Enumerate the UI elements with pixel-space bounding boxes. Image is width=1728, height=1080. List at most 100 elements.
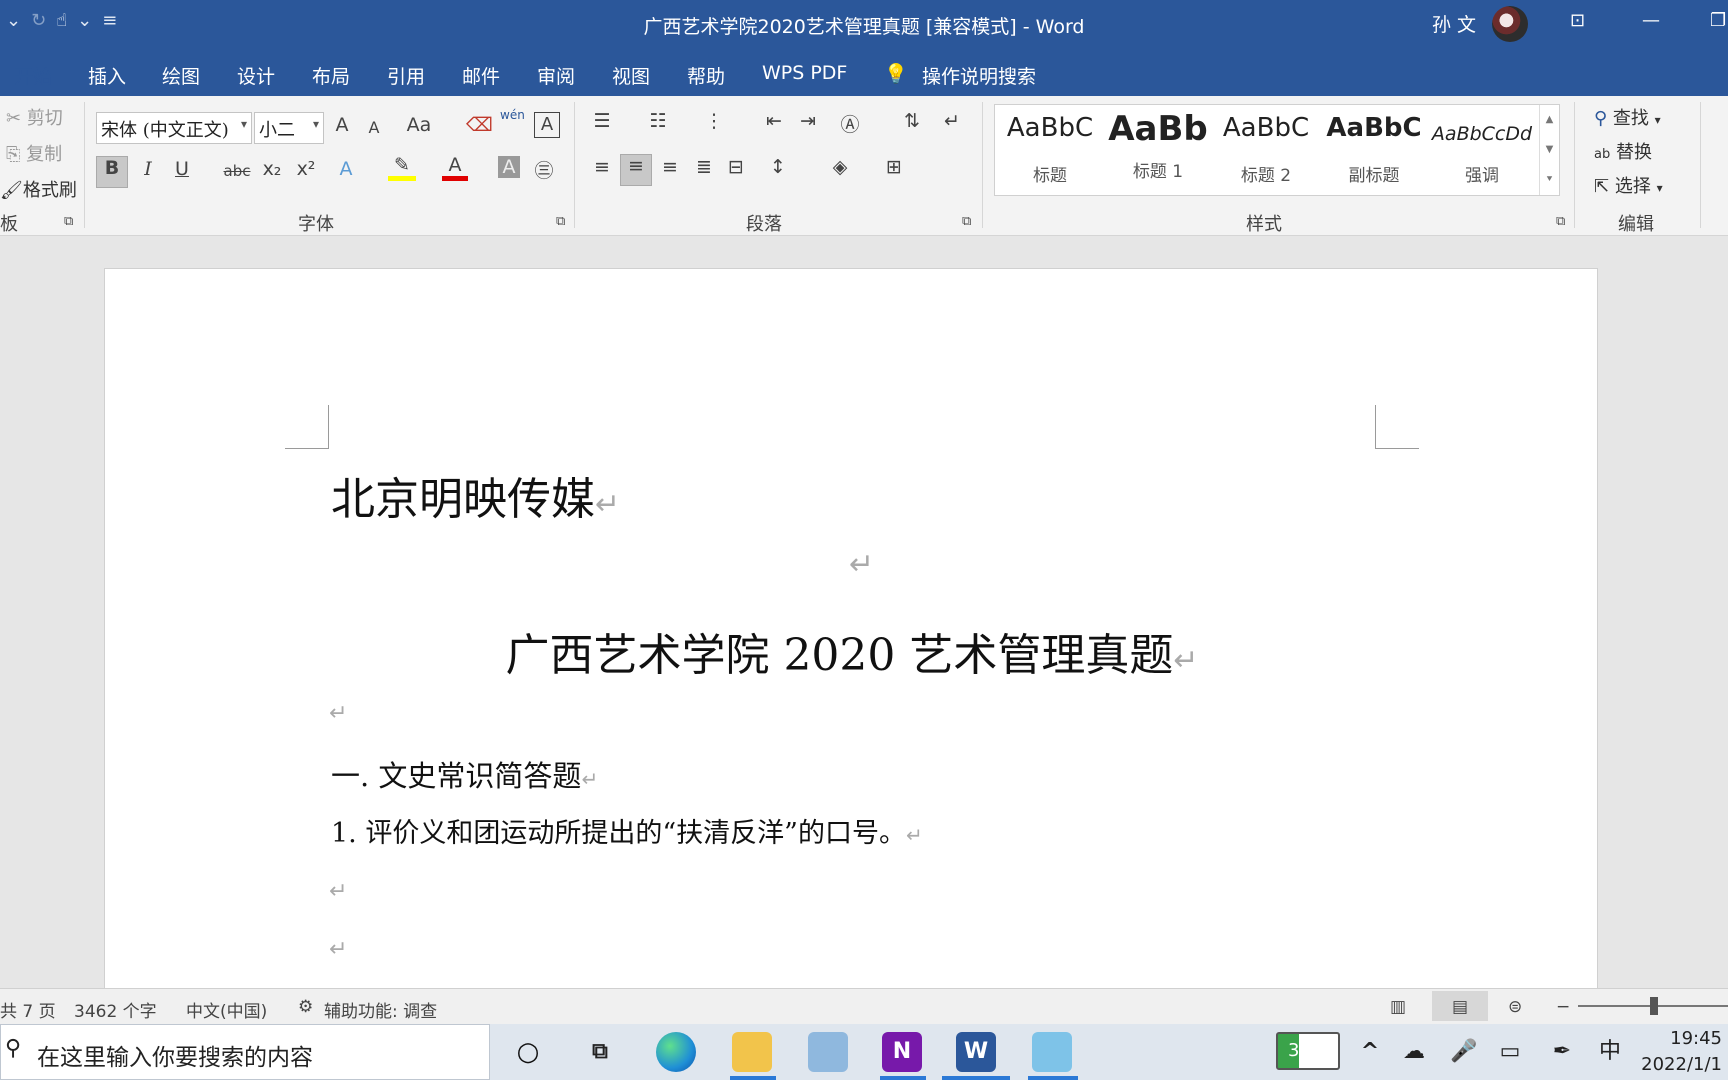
cortana-icon[interactable]: ○ xyxy=(508,1032,548,1072)
format-painter-button[interactable]: 🖌格式刷 xyxy=(0,176,77,202)
task-view-icon[interactable]: ⧉ xyxy=(580,1032,620,1072)
ribbon-display-icon[interactable]: ⊡ xyxy=(1570,10,1585,31)
word-count[interactable]: 3462 个字 xyxy=(74,997,157,1022)
style-subtitle[interactable]: AaBbC 副标题 xyxy=(1321,113,1427,186)
highlight-color-icon[interactable]: ✎ xyxy=(388,154,416,181)
read-mode-icon[interactable]: ▥ xyxy=(1390,997,1406,1017)
line-spacing-icon[interactable]: ↕ xyxy=(764,156,792,178)
underline-button[interactable]: U xyxy=(170,158,194,180)
sort-icon[interactable]: ⇅ xyxy=(898,110,926,132)
dialog-launcher-icon[interactable]: ⧉ xyxy=(64,214,73,229)
enclose-characters-icon[interactable]: ㊂ xyxy=(532,156,556,183)
show-marks-icon[interactable]: ↵ xyxy=(938,110,966,132)
bold-button[interactable]: B xyxy=(96,156,128,188)
tab-wps-pdf[interactable]: WPS PDF xyxy=(750,58,859,96)
chevron-up-icon[interactable]: ^ xyxy=(1350,1032,1390,1072)
document-title[interactable]: 广西艺术学院 2020 艺术管理真题↵ xyxy=(105,619,1599,683)
page-count[interactable]: 共 7 页 xyxy=(0,997,56,1022)
tab-references[interactable]: 引用 xyxy=(375,58,437,96)
superscript-button[interactable]: x² xyxy=(294,158,318,180)
copy-button[interactable]: ⎘ 复制 xyxy=(6,140,62,166)
change-case-icon[interactable]: Aa xyxy=(404,114,434,136)
cut-button[interactable]: ✂ 剪切 xyxy=(6,104,63,130)
increase-indent-icon[interactable]: ⇥ xyxy=(794,110,822,132)
multilevel-list-icon[interactable]: ⋮ xyxy=(700,110,728,132)
document-page[interactable]: 北京明映传媒↵ ↵ 广西艺术学院 2020 艺术管理真题↵ ↵ 一. 文史常识简… xyxy=(104,268,1598,988)
italic-button[interactable]: I xyxy=(136,158,160,180)
dialog-launcher-icon[interactable]: ⧉ xyxy=(556,214,565,229)
numbering-icon[interactable]: ☷ xyxy=(644,110,672,132)
style-title[interactable]: AaBbC 标题 xyxy=(997,113,1103,186)
shrink-font-icon[interactable]: A xyxy=(364,118,384,137)
section-heading[interactable]: 一. 文史常识简答题↵ xyxy=(331,753,598,795)
text-direction-icon[interactable]: Ⓐ xyxy=(836,110,864,137)
restore-icon[interactable]: ❐ xyxy=(1710,10,1726,31)
tell-me-search[interactable]: 操作说明搜索 xyxy=(910,58,1048,96)
pen-icon[interactable]: ✒ xyxy=(1542,1032,1582,1072)
align-center-icon[interactable]: ≡ xyxy=(620,154,652,186)
avatar[interactable] xyxy=(1492,6,1528,42)
zoom-out-icon[interactable]: − xyxy=(1556,997,1570,1017)
subscript-button[interactable]: x₂ xyxy=(260,158,284,180)
battery-icon[interactable]: ▭ xyxy=(1490,1032,1530,1072)
edge-icon[interactable] xyxy=(656,1032,696,1072)
justify-icon[interactable]: ≣ xyxy=(690,156,718,178)
distributed-icon[interactable]: ⊟ xyxy=(722,156,750,178)
tab-draw[interactable]: 绘图 xyxy=(150,58,212,96)
microphone-icon[interactable]: 🎤 xyxy=(1444,1032,1484,1072)
print-layout-icon[interactable]: ▤ xyxy=(1432,991,1488,1021)
minimize-icon[interactable]: — xyxy=(1642,10,1660,31)
decrease-indent-icon[interactable]: ⇤ xyxy=(760,110,788,132)
align-right-icon[interactable]: ≡ xyxy=(656,156,684,178)
tab-review[interactable]: 审阅 xyxy=(525,58,587,96)
computer-icon[interactable] xyxy=(808,1032,848,1072)
tab-help[interactable]: 帮助 xyxy=(675,58,737,96)
clock-date[interactable]: 2022/1/1 xyxy=(1641,1054,1722,1075)
dialog-launcher-icon[interactable]: ⧉ xyxy=(1556,214,1565,229)
onenote-icon[interactable]: N xyxy=(882,1032,922,1072)
web-layout-icon[interactable]: ⊜ xyxy=(1508,997,1522,1017)
font-color-icon[interactable]: A xyxy=(442,154,468,181)
live-wallpaper-icon[interactable] xyxy=(1032,1032,1072,1072)
zoom-slider-handle[interactable] xyxy=(1650,997,1658,1015)
file-explorer-icon[interactable] xyxy=(732,1032,772,1072)
strikethrough-button[interactable]: abc xyxy=(222,162,252,180)
language-indicator[interactable]: 中文(中国) xyxy=(186,997,267,1022)
bullets-icon[interactable]: ☰ xyxy=(588,110,616,132)
grow-font-icon[interactable]: A xyxy=(330,114,354,136)
character-shading-icon[interactable]: A xyxy=(498,156,520,178)
font-size-select[interactable]: 小二 ▾ xyxy=(254,112,324,144)
find-button[interactable]: ⚲ 查找 ▾ xyxy=(1594,104,1661,130)
clear-formatting-icon[interactable]: ⌫ xyxy=(466,114,493,136)
word-icon[interactable]: W xyxy=(956,1032,996,1072)
tab-view[interactable]: 视图 xyxy=(600,58,662,96)
battery-indicator[interactable]: 35% xyxy=(1276,1032,1340,1070)
question-paragraph[interactable]: 1. 评价义和团运动所提出的“扶清反洋”的口号。↵ xyxy=(331,811,923,850)
accessibility-status[interactable]: 辅助功能: 调查 xyxy=(324,997,437,1022)
style-heading-2[interactable]: AaBbC 标题 2 xyxy=(1213,113,1319,186)
borders-icon[interactable]: ⊞ xyxy=(880,156,908,178)
tab-layout[interactable]: 布局 xyxy=(300,58,362,96)
font-name-select[interactable]: 宋体 (中文正文) ▾ xyxy=(96,112,252,144)
style-emphasis[interactable]: AaBbCcDd 强调 xyxy=(1429,113,1535,186)
gallery-scroll[interactable]: ▲ ▼ ⯆ xyxy=(1539,105,1559,195)
phonetic-guide-icon[interactable]: wén xyxy=(500,108,525,122)
clock-time[interactable]: 19:45 xyxy=(1670,1028,1722,1049)
ime-indicator[interactable]: 中 xyxy=(1590,1032,1630,1072)
tab-mailings[interactable]: 邮件 xyxy=(450,58,512,96)
cloud-icon[interactable]: ☁ xyxy=(1394,1032,1434,1072)
character-border-icon[interactable]: A xyxy=(534,112,560,138)
text-effects-icon[interactable]: A xyxy=(334,158,358,180)
align-left-icon[interactable]: ≡ xyxy=(588,156,616,178)
shading-icon[interactable]: ◈ xyxy=(826,156,854,178)
taskbar-search[interactable]: ⚲ 在这里输入你要搜索的内容 xyxy=(0,1024,490,1080)
tab-insert[interactable]: 插入 xyxy=(76,58,138,96)
dialog-launcher-icon[interactable]: ⧉ xyxy=(962,214,971,229)
tab-home[interactable]: 开始 xyxy=(2,58,64,96)
style-heading-1[interactable]: AaBb 标题 1 xyxy=(1105,109,1211,182)
company-heading[interactable]: 北京明映传媒↵ xyxy=(331,463,620,527)
replace-button[interactable]: ab 替换 xyxy=(1594,138,1652,164)
user-name[interactable]: 孙 文 xyxy=(1432,10,1476,37)
select-button[interactable]: ⇱ 选择 ▾ xyxy=(1594,172,1663,198)
tab-design[interactable]: 设计 xyxy=(225,58,287,96)
